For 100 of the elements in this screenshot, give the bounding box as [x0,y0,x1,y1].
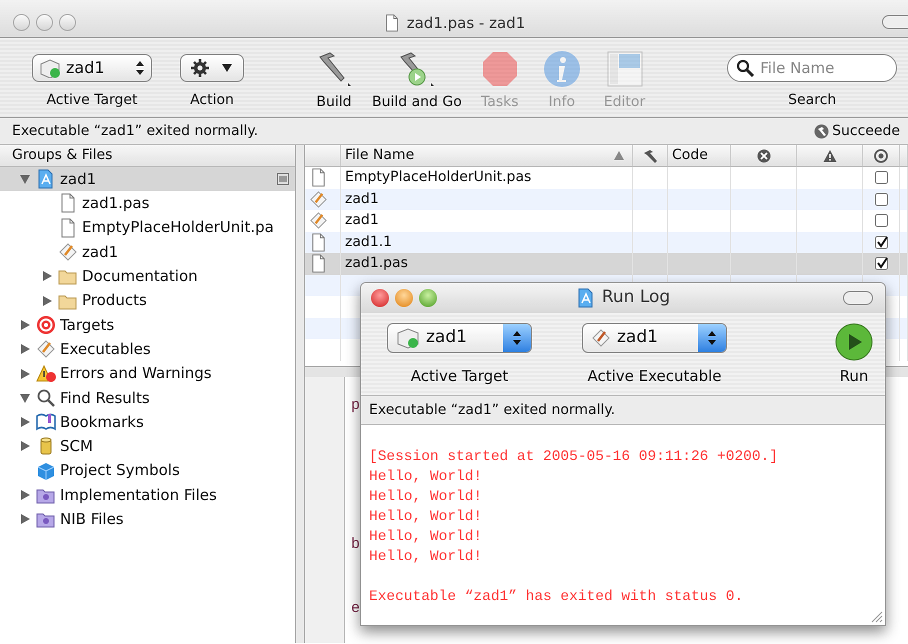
pill-button[interactable] [843,291,873,305]
play-icon [835,323,873,361]
checkbox[interactable] [874,214,888,228]
zoom-button[interactable] [419,289,437,307]
disclosure-triangle [18,512,32,526]
status-message: Executable “zad1” exited normally. [361,395,885,425]
window-control[interactable] [59,14,76,31]
target-popup[interactable]: zad1 [387,323,532,353]
pencil-icon [58,242,78,262]
window-control[interactable] [36,14,53,31]
pencil-icon [309,211,328,230]
action-popup[interactable] [180,54,244,82]
tree-item[interactable]: Errors and Warnings [0,361,295,386]
tree-item[interactable]: Find Results [0,386,295,410]
tree-item[interactable]: Executables [0,337,295,362]
target-icon [36,314,56,335]
toolbar-label: Action [190,91,234,110]
log-line: Hello, World! [369,548,484,567]
column-header[interactable]: Code [672,145,708,166]
pencil-icon [36,339,56,360]
file-name: EmptyPlaceHolderUnit.pas [345,168,532,188]
column-header: Groups & Files [0,145,295,167]
file-name: zad1.pas [345,254,408,274]
toolbar-label: Active Target [410,366,508,387]
warning-icon [36,364,56,384]
target-popup[interactable]: zad1 [32,54,152,82]
tree-item[interactable]: NIB Files [0,507,295,532]
search-field[interactable]: File Name [727,54,898,82]
toolbar-label: Active Target [46,91,138,110]
hammer-icon [814,124,830,138]
disclosure-triangle [18,318,32,332]
window-control[interactable] [13,14,30,31]
file-name: zad1 [345,211,379,230]
code-line: b [351,534,360,554]
tree-item[interactable]: Bookmarks [0,410,295,434]
executable-popup[interactable]: zad1 [582,323,727,353]
column-header[interactable]: File Name [345,145,414,166]
cube-icon [36,460,56,481]
code-line: e [351,599,360,619]
tree-item[interactable]: EmptyPlaceHolderUnit.pa [0,216,295,240]
window-title: Run Log [602,286,670,310]
list-icon [277,173,289,186]
caret-icon [221,63,233,73]
log-line: Hello, World! [369,528,484,547]
hammer-play-button[interactable]: Build and Go [372,46,462,113]
info-icon [542,49,582,89]
toolbar-label: Active Executable [587,366,722,387]
disclosure-triangle [40,294,54,308]
file-name: zad1 [345,190,379,209]
stepper-icon [512,330,522,346]
close-button[interactable] [371,289,389,307]
tree-item[interactable]: zad1 [0,167,295,192]
log-line: Hello, World! [369,488,484,507]
sort-arrow-icon [614,151,624,160]
disclosure-triangle [18,172,32,186]
box-icon [39,58,61,78]
tree-item[interactable]: zad1 [0,240,295,264]
tree-item[interactable]: Project Symbols [0,458,295,483]
tree-item[interactable]: Documentation [0,264,295,288]
pencil-icon [309,190,328,209]
run-button[interactable]: Run [835,323,873,388]
log-line: Executable “zad1” has exited with status 0. [369,588,744,607]
stepper-icon [707,330,717,346]
log-line: Hello, World! [369,468,484,487]
disclosure-triangle [18,439,32,454]
checkbox[interactable] [874,236,888,249]
pill-button[interactable] [882,15,908,29]
tree-item[interactable]: Implementation Files [0,482,295,508]
target-icon [874,148,888,162]
box-icon [396,327,420,349]
tree-item[interactable]: zad1.pas [0,191,295,216]
file-name: zad1.1 [345,232,392,252]
minimize-button[interactable] [395,289,413,307]
search-icon [36,388,56,408]
table-row[interactable]: zad1.pas [305,253,908,274]
table-row[interactable]: zad1 [305,188,908,210]
checkbox[interactable] [874,257,888,270]
checkbox[interactable] [874,192,888,206]
disclosure-triangle [18,415,32,430]
code-line: p [351,396,360,416]
disclosure-triangle [40,269,54,284]
tree-item[interactable]: SCM [0,434,295,459]
window-title: zad1.pas - zad1 [406,12,526,34]
warning-icon [822,148,836,162]
error-icon [756,148,770,162]
stepper-icon [135,60,145,76]
hammer-button[interactable]: Build [314,46,354,113]
log-line: Hello, World! [369,508,484,527]
hammer-icon [643,148,657,162]
status-message: Executable “zad1” exited normally. [12,122,258,140]
search-icon [736,59,754,77]
disclosure-triangle [18,342,32,356]
splitter[interactable] [296,145,305,643]
checkbox[interactable] [874,171,888,184]
tree-item[interactable]: Products [0,288,295,313]
tree-item[interactable]: Targets [0,312,295,338]
book-icon [36,412,56,432]
build-result: Succeede [832,122,900,140]
disclosure-triangle [18,366,32,381]
table-row[interactable]: zad1.1 [305,232,908,253]
